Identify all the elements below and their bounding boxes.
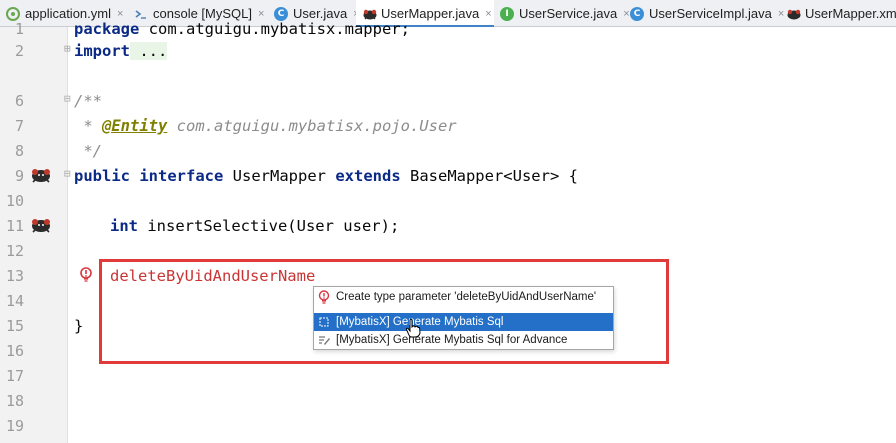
code-line-import: import ... [74,42,168,60]
line-number: 13 [5,267,24,285]
popup-item-create-type-parameter[interactable]: Create type parameter 'deleteByUidAndUse… [314,288,613,306]
code-line-insert-selective: int insertSelective(User user); [110,217,400,235]
edit-icon [317,333,331,347]
line-number: 9 [14,167,24,185]
mybatisx-icon [317,315,331,329]
line-number: 8 [14,142,24,160]
mapper-icon [786,7,801,21]
code-line-javadoc-entity: * @Entity com.atguigu.mybatisx.pojo.User [74,117,457,135]
interface-icon: I [500,6,514,21]
line-number: 10 [5,192,24,210]
line-number: 7 [14,117,24,135]
tab-userserviceimpl-java[interactable]: C UserServiceImpl.java × [624,0,784,27]
line-number-gutter[interactable]: 1 2 6 7 8 9 10 11 12 13 14 15 16 17 18 1… [0,20,68,443]
fold-icon[interactable]: ⊟ [64,92,71,105]
code-line-package: package com.atguigu.mybatisx.mapper; [74,20,410,38]
code-line-javadoc-end: */ [74,142,102,160]
close-icon[interactable]: × [258,8,264,20]
intention-actions-popup: Create type parameter 'deleteByUidAndUse… [313,286,614,350]
fold-icon[interactable]: ⊟ [64,167,71,180]
error-bulb-icon [317,290,331,304]
line-number: 6 [14,92,24,110]
popup-item-generate-mybatis-sql[interactable]: [MybatisX] Generate Mybatis Sql [314,313,613,331]
line-number: 18 [5,392,24,410]
line-number: 1 [14,20,24,38]
hand-cursor-icon [405,318,421,338]
class-icon: C [630,6,644,21]
line-number: 16 [5,342,24,360]
mapper-navigate-icon[interactable] [30,166,52,184]
close-icon[interactable]: × [485,8,491,20]
line-number: 11 [5,217,24,235]
tab-label: UserMapper.xml [805,6,896,21]
tab-label: UserServiceImpl.java [649,6,772,21]
line-number: 12 [5,242,24,260]
code-editor[interactable]: ⊞ ⊟ ⊟ package com.atguigu.mybatisx.mappe… [64,20,896,443]
line-number: 19 [5,417,24,435]
tab-label: UserService.java [519,6,618,21]
code-line-close-brace: } [74,317,84,335]
code-line-javadoc-start: /** [74,92,102,110]
line-number: 14 [5,292,24,310]
popup-item-label: [MybatisX] Generate Mybatis Sql for Adva… [336,334,568,346]
tab-usermapper-xml[interactable]: UserMapper.xml [780,0,896,27]
popup-item-label: Create type parameter 'deleteByUidAndUse… [336,291,597,303]
error-bulb-icon[interactable] [80,267,92,283]
close-icon[interactable]: × [117,8,123,20]
mapper-navigate-icon[interactable] [30,216,52,234]
fold-icon[interactable]: ⊞ [64,42,71,55]
line-number: 2 [14,42,24,60]
line-number: 17 [5,367,24,385]
code-line-interface: public interface UserMapper extends Base… [74,167,578,185]
popup-item-generate-mybatis-sql-advance[interactable]: [MybatisX] Generate Mybatis Sql for Adva… [314,331,613,349]
line-number: 15 [5,317,24,335]
tab-userservice-java[interactable]: I UserService.java × [494,0,630,27]
